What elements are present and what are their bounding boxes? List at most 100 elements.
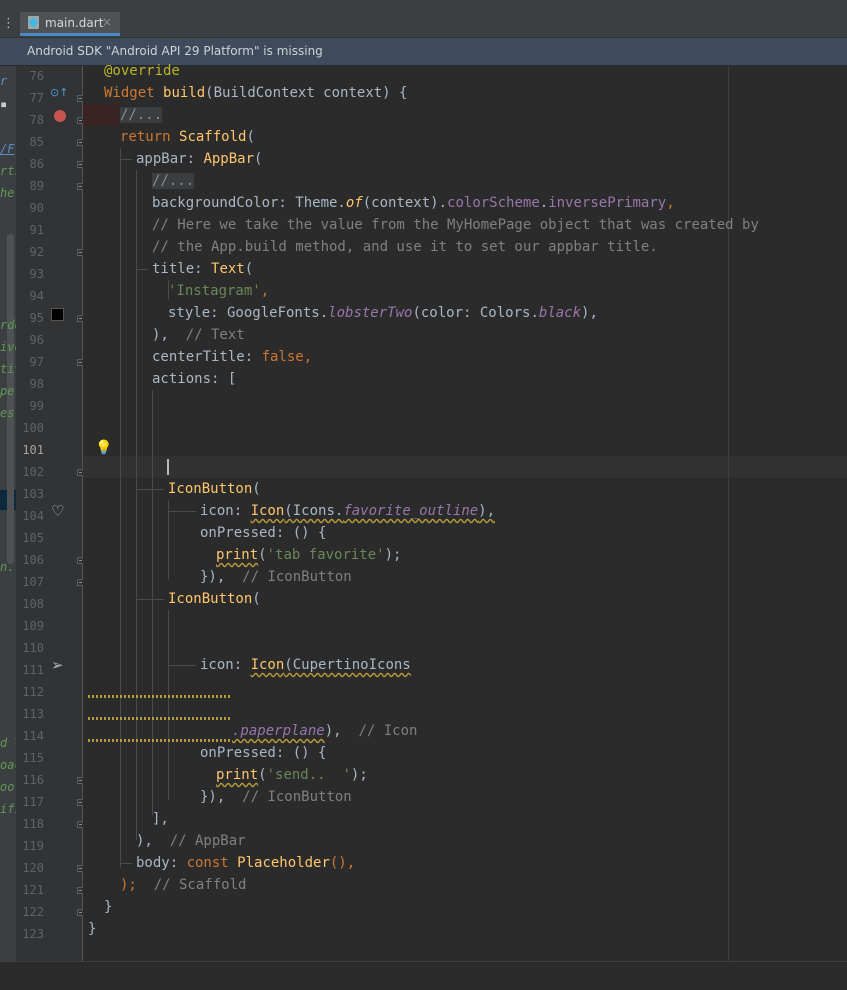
line-number[interactable]: 100 xyxy=(16,421,44,435)
code-line-106[interactable]: }), // IconButton xyxy=(200,569,352,585)
code-text: backgroundColor: Theme. xyxy=(152,195,346,211)
code-line-115[interactable]: print('send.. '); xyxy=(216,767,368,783)
tree-fragment: ive xyxy=(0,340,16,354)
code-line-91[interactable]: // the App.build method, and use it to s… xyxy=(152,239,658,255)
line-number[interactable]: 90 xyxy=(16,201,44,215)
code-line-114[interactable]: onPressed: () { xyxy=(200,745,326,761)
line-number[interactable]: 97 xyxy=(16,355,44,369)
line-number[interactable]: 118 xyxy=(16,817,44,831)
tab-menu-icon[interactable]: ⋮ xyxy=(2,16,15,31)
line-number[interactable]: 94 xyxy=(16,289,44,303)
line-number[interactable]: 78 xyxy=(16,113,44,127)
code-line-102[interactable]: IconButton( xyxy=(168,481,261,497)
line-number[interactable]: 119 xyxy=(16,839,44,853)
line-number[interactable]: 104 xyxy=(16,509,44,523)
code-line-105[interactable]: print('tab favorite'); xyxy=(216,547,401,563)
line-number[interactable]: 110 xyxy=(16,641,44,655)
code-line-96[interactable]: centerTitle: false, xyxy=(152,349,312,365)
line-number[interactable]: 121 xyxy=(16,883,44,897)
code-text: (BuildContext context) { xyxy=(205,85,408,101)
override-marker-icon[interactable]: ⊙↑ xyxy=(50,86,68,99)
code-text: ); xyxy=(350,767,368,783)
line-number[interactable]: 123 xyxy=(16,927,44,941)
line-number[interactable]: 89 xyxy=(16,179,44,193)
line-number[interactable]: 102 xyxy=(16,465,44,479)
class-name: Scaffold xyxy=(179,129,247,145)
code-line-76[interactable]: @override xyxy=(104,63,180,79)
line-number[interactable]: 120 xyxy=(16,861,44,875)
line-number[interactable]: 117 xyxy=(16,795,44,809)
line-number[interactable]: 113 xyxy=(16,707,44,721)
code-line-121[interactable]: } xyxy=(104,899,112,915)
line-number[interactable]: 98 xyxy=(16,377,44,391)
tree-fragment[interactable]: r xyxy=(0,74,7,88)
punctuation: ); xyxy=(120,877,154,893)
tree-fragment-icon[interactable]: ▪ xyxy=(0,97,7,111)
line-number[interactable]: 103 xyxy=(16,487,44,501)
code-line-118[interactable]: ), // AppBar xyxy=(136,833,246,849)
code-line-86[interactable]: appBar: AppBar( xyxy=(136,151,262,167)
code-line-93[interactable]: 'Instagram', xyxy=(168,283,269,299)
line-number[interactable]: 91 xyxy=(16,223,44,237)
code-text: ( xyxy=(244,261,254,277)
line-number[interactable]: 93 xyxy=(16,267,44,281)
code-line-97[interactable]: actions: [ xyxy=(152,371,236,387)
code-line-116[interactable]: }), // IconButton xyxy=(200,789,352,805)
line-number[interactable]: 115 xyxy=(16,751,44,765)
line-number[interactable]: 111 xyxy=(16,663,44,677)
project-scrollbar[interactable] xyxy=(7,234,14,564)
code-line-120[interactable]: ); // Scaffold xyxy=(120,877,246,893)
line-number[interactable]: 112 xyxy=(16,685,44,699)
code-line-113[interactable]: .paperplane), // Icon xyxy=(232,723,417,739)
project-panel[interactable]: r ▪ /F rts he rde ive tiv per es n. d T … xyxy=(0,66,16,961)
indent-connector xyxy=(136,269,148,270)
editor-tab-bar: ⋮ main.dart × xyxy=(0,10,847,38)
line-number[interactable]: 95 xyxy=(16,311,44,325)
code-line-95[interactable]: ), // Text xyxy=(152,327,245,343)
closing-label: // Icon xyxy=(358,723,418,739)
line-number[interactable]: 108 xyxy=(16,597,44,611)
line-number[interactable]: 109 xyxy=(16,619,44,633)
code-line-87[interactable]: //... xyxy=(152,173,195,189)
code-line-78[interactable]: //... xyxy=(120,107,163,123)
tab-main-dart[interactable]: main.dart × xyxy=(20,12,120,36)
line-number[interactable]: 122 xyxy=(16,905,44,919)
code-line-77[interactable]: Widget build(BuildContext context) { xyxy=(104,85,407,101)
keyword: const xyxy=(186,855,238,871)
line-number[interactable]: 105 xyxy=(16,531,44,545)
tree-fragment[interactable]: /F xyxy=(0,142,14,156)
line-number[interactable]: 116 xyxy=(16,773,44,787)
line-number[interactable]: 96 xyxy=(16,333,44,347)
color-swatch-black[interactable] xyxy=(51,308,64,321)
code-line-94[interactable]: style: GoogleFonts.lobsterTwo(color: Col… xyxy=(168,305,598,321)
code-line-117[interactable]: ], xyxy=(152,811,169,827)
code-line-107[interactable]: IconButton( xyxy=(168,591,261,607)
code-line-90[interactable]: // Here we take the value from the MyHom… xyxy=(152,217,759,233)
line-number[interactable]: 76 xyxy=(16,69,44,83)
code-line-110[interactable]: icon: Icon(CupertinoIcons xyxy=(200,657,411,673)
code-line-103[interactable]: icon: Icon(Icons.favorite_outline), xyxy=(200,503,495,519)
line-number[interactable]: 106 xyxy=(16,553,44,567)
class-name: IconButton xyxy=(168,481,253,497)
line-number[interactable]: 114 xyxy=(16,729,44,743)
line-number[interactable]: 107 xyxy=(16,575,44,589)
line-number[interactable]: 85 xyxy=(16,135,44,149)
code-line-89[interactable]: backgroundColor: Theme.of(context).color… xyxy=(152,195,675,211)
code-line-104[interactable]: onPressed: () { xyxy=(200,525,326,541)
line-number[interactable]: 77 xyxy=(16,91,44,105)
line-number[interactable]: 92 xyxy=(16,245,44,259)
lightbulb-icon[interactable]: 💡 xyxy=(95,440,112,456)
code-line-85[interactable]: return Scaffold( xyxy=(120,129,255,145)
folded-region[interactable]: //... xyxy=(152,173,195,189)
code-line-119[interactable]: body: const Placeholder(), xyxy=(136,855,355,871)
line-number[interactable]: 99 xyxy=(16,399,44,413)
keyword: return xyxy=(120,129,180,145)
closing-label: // Scaffold xyxy=(153,877,247,893)
breakpoint-icon[interactable] xyxy=(54,110,66,122)
line-number[interactable]: 86 xyxy=(16,157,44,171)
close-tab-icon[interactable]: × xyxy=(102,15,112,29)
line-number[interactable]: 101 xyxy=(16,443,44,457)
code-line-92[interactable]: title: Text( xyxy=(152,261,253,277)
code-line-122[interactable]: } xyxy=(88,921,96,937)
folded-region[interactable]: //... xyxy=(120,107,163,123)
